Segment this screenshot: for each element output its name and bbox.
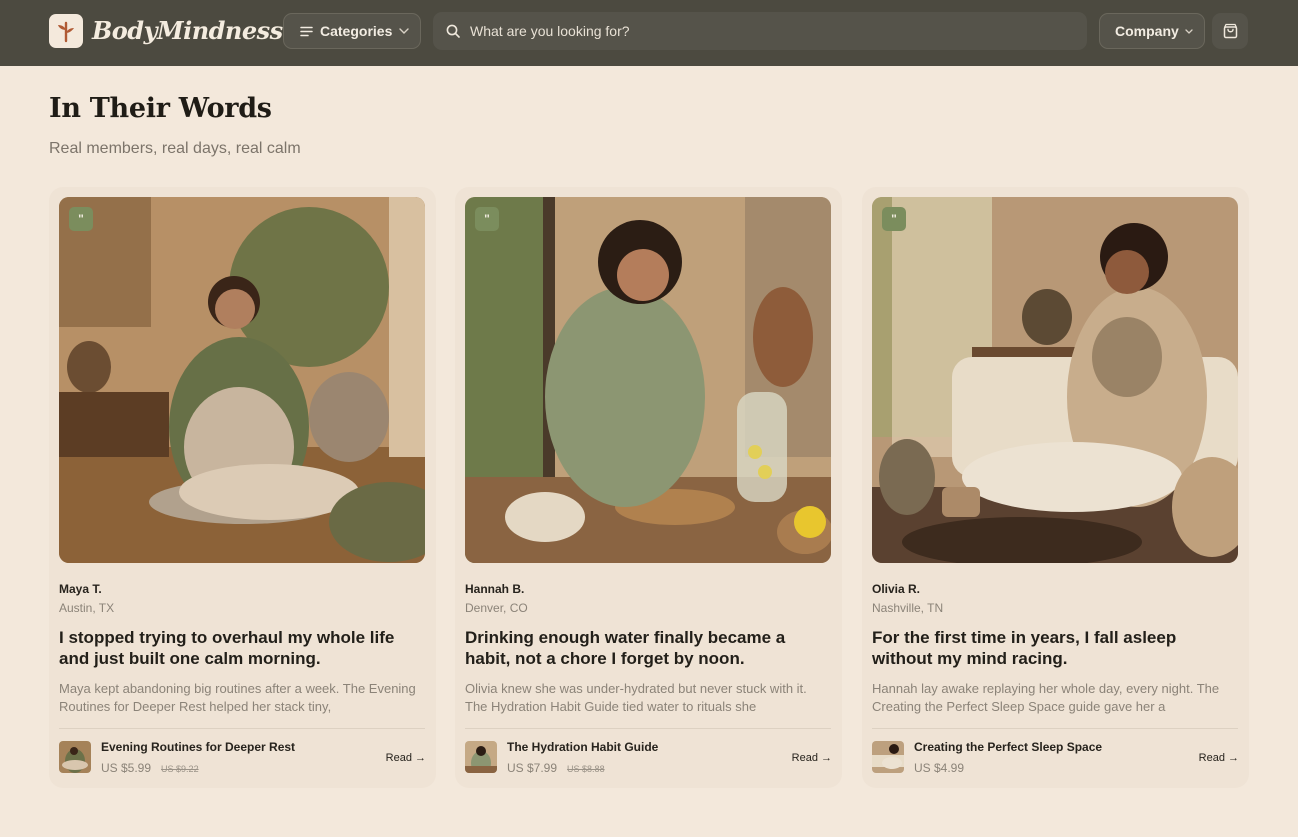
search-bar[interactable] — [433, 12, 1087, 50]
testimonial-photo: " — [465, 197, 831, 563]
testimonial-photo: " — [872, 197, 1238, 563]
quote-badge: " — [69, 207, 93, 231]
testimonial-headline[interactable]: For the first time in years, I fall asle… — [872, 627, 1232, 669]
member-name: Olivia R. — [872, 582, 921, 596]
company-label: Company — [1115, 23, 1179, 39]
read-link[interactable]: Read → — [1199, 752, 1239, 764]
guide-title[interactable]: Evening Routines for Deeper Rest — [101, 740, 295, 754]
search-input[interactable] — [470, 23, 1030, 39]
shopping-bag-icon — [1223, 23, 1237, 39]
member-location: Austin, TX — [59, 601, 115, 615]
top-nav-bar: BodyMindness Categories Company — [0, 0, 1298, 66]
testimonial-headline[interactable]: I stopped trying to overhaul my whole li… — [59, 627, 419, 669]
page-subtitle: Real members, real days, real calm — [49, 140, 301, 157]
guide-title[interactable]: Creating the Perfect Sleep Space — [914, 740, 1102, 754]
member-location: Nashville, TN — [872, 601, 944, 615]
testimonial-photo: " — [59, 197, 425, 563]
guide-thumbnail[interactable] — [59, 741, 91, 773]
guide-price: US $4.99 — [914, 761, 965, 775]
company-menu-button[interactable]: Company — [1099, 13, 1205, 49]
testimonial-excerpt: Maya kept abandoning big routines after … — [59, 681, 416, 714]
guide-old-price: US $9.22 — [161, 764, 199, 774]
testimonial-card[interactable]: " Olivia R. Nashville, TN For the first … — [862, 187, 1249, 788]
sprout-logo-icon — [58, 21, 74, 43]
testimonial-excerpt: Hannah lay awake replaying her whole day… — [872, 681, 1220, 714]
member-location: Denver, CO — [465, 601, 528, 615]
read-link[interactable]: Read → — [792, 752, 832, 764]
guide-title[interactable]: The Hydration Habit Guide — [507, 740, 658, 754]
testimonial-card[interactable]: " Hannah B. Denver, CO Drinking enough w… — [455, 187, 842, 788]
guide-price: US $5.99 — [101, 761, 152, 775]
testimonial-excerpt: Olivia knew she was under-hydrated but n… — [465, 681, 807, 714]
brand-logo[interactable] — [49, 14, 83, 48]
read-link[interactable]: Read → — [386, 752, 426, 764]
page-title: In Their Words — [49, 93, 272, 124]
member-name: Hannah B. — [465, 582, 525, 596]
guide-price: US $7.99 — [507, 761, 558, 775]
search-icon — [446, 24, 460, 38]
guide-thumbnail[interactable] — [465, 741, 497, 773]
categories-label: Categories — [320, 23, 393, 39]
testimonial-headline[interactable]: Drinking enough water finally became a h… — [465, 627, 825, 669]
quote-badge: " — [882, 207, 906, 231]
card-divider — [465, 728, 831, 729]
menu-lines-icon — [300, 26, 313, 36]
cart-button[interactable] — [1212, 13, 1248, 49]
guide-old-price: US $8.88 — [567, 764, 605, 774]
categories-button[interactable]: Categories — [283, 13, 421, 49]
card-divider — [872, 728, 1238, 729]
testimonial-card[interactable]: " Maya T. Austin, TX I stopped trying to… — [49, 187, 436, 788]
quote-icon: " — [484, 212, 490, 226]
price-row: US $4.99 — [914, 761, 974, 775]
quote-badge: " — [475, 207, 499, 231]
price-row: US $7.99 US $8.88 — [507, 761, 605, 775]
quote-icon: " — [78, 212, 84, 226]
price-row: US $5.99 US $9.22 — [101, 761, 199, 775]
member-name: Maya T. — [59, 582, 102, 596]
quote-icon: " — [891, 212, 897, 226]
card-divider — [59, 728, 425, 729]
chevron-down-icon — [399, 28, 410, 34]
guide-thumbnail[interactable] — [872, 741, 904, 773]
chevron-down-icon — [1185, 28, 1193, 34]
brand-name[interactable]: BodyMindness — [92, 13, 283, 49]
